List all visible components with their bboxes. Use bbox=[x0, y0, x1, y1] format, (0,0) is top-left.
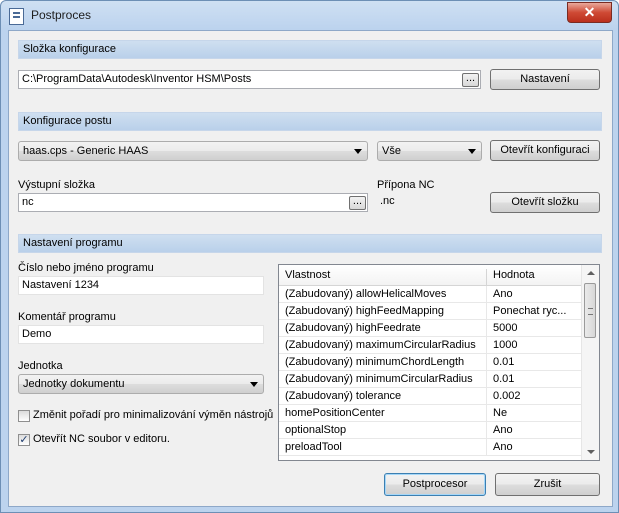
close-button[interactable]: ✕ bbox=[567, 2, 612, 23]
property-name: (Zabudovaný) allowHelicalMoves bbox=[285, 288, 447, 300]
property-row[interactable]: optionalStop Ano bbox=[279, 422, 582, 439]
program-name-input[interactable]: Nastavení 1234 bbox=[18, 276, 264, 295]
property-value[interactable]: Ano bbox=[493, 424, 513, 436]
section-post-config: Konfigurace postu bbox=[18, 112, 602, 131]
property-value[interactable]: Ponechat ryc... bbox=[493, 305, 566, 317]
cell-separator bbox=[486, 337, 487, 354]
property-name: optionalStop bbox=[285, 424, 347, 436]
postprocess-dialog: Postproces ✕ Složka konfigurace C:\Progr… bbox=[0, 0, 619, 513]
post-select[interactable]: haas.cps - Generic HAAS bbox=[18, 141, 368, 161]
column-header-value[interactable]: Hodnota bbox=[493, 269, 535, 281]
property-value[interactable]: 0.01 bbox=[493, 373, 514, 385]
cancel-button[interactable]: Zrušit bbox=[495, 473, 600, 496]
property-row[interactable]: (Zabudovaný) highFeedrate 5000 bbox=[279, 320, 582, 337]
nc-extension-value: .nc bbox=[377, 193, 482, 212]
properties-grid: Vlastnost Hodnota (Zabudovaný) allowHeli… bbox=[278, 264, 600, 461]
property-value[interactable]: Ne bbox=[493, 407, 507, 419]
open-folder-button[interactable]: Otevřít složku bbox=[490, 192, 600, 213]
config-folder-path-input[interactable]: C:\ProgramData\Autodesk\Inventor HSM\Pos… bbox=[18, 70, 481, 89]
cell-separator bbox=[486, 286, 487, 303]
chevron-down-icon bbox=[354, 149, 362, 154]
browse-config-folder-button[interactable]: ... bbox=[462, 73, 479, 87]
unit-select[interactable]: Jednotky dokumentu bbox=[18, 374, 264, 394]
property-name: (Zabudovaný) maximumCircularRadius bbox=[285, 339, 476, 351]
property-name: (Zabudovaný) minimumCircularRadius bbox=[285, 373, 473, 385]
property-row[interactable]: (Zabudovaný) minimumCircularRadius 0.01 bbox=[279, 371, 582, 388]
filter-select-value: Vše bbox=[382, 145, 401, 157]
property-row[interactable]: homePositionCenter Ne bbox=[279, 405, 582, 422]
browse-output-folder-button[interactable]: ... bbox=[349, 196, 366, 210]
cell-separator bbox=[486, 320, 487, 337]
property-value[interactable]: 0.002 bbox=[493, 390, 521, 402]
scroll-thumb[interactable] bbox=[584, 283, 596, 338]
unit-label: Jednotka bbox=[18, 360, 63, 372]
program-name-label: Číslo nebo jméno programu bbox=[18, 262, 154, 274]
comment-label: Komentář programu bbox=[18, 311, 116, 323]
cell-separator bbox=[486, 388, 487, 405]
chevron-down-icon bbox=[250, 382, 258, 387]
property-row[interactable]: (Zabudovaný) allowHelicalMoves Ano bbox=[279, 286, 582, 303]
section-title: Nastavení programu bbox=[23, 237, 123, 249]
property-row[interactable]: (Zabudovaný) tolerance 0.002 bbox=[279, 388, 582, 405]
property-row[interactable]: (Zabudovaný) maximumCircularRadius 1000 bbox=[279, 337, 582, 354]
comment-input[interactable]: Demo bbox=[18, 325, 264, 344]
cell-separator bbox=[486, 422, 487, 439]
property-value[interactable]: 0.01 bbox=[493, 356, 514, 368]
property-name: (Zabudovaný) tolerance bbox=[285, 390, 402, 402]
open-nc-checkbox[interactable]: ✓ bbox=[18, 434, 30, 446]
scroll-up-icon[interactable] bbox=[587, 271, 595, 275]
settings-button[interactable]: Nastavení bbox=[490, 69, 600, 90]
section-title: Konfigurace postu bbox=[23, 115, 112, 127]
output-folder-label: Výstupní složka bbox=[18, 179, 96, 191]
property-name: homePositionCenter bbox=[285, 407, 385, 419]
section-title: Složka konfigurace bbox=[23, 43, 116, 55]
open-nc-checkbox-label: Otevřít NC soubor v editoru. bbox=[33, 433, 170, 445]
filter-select[interactable]: Vše bbox=[377, 141, 482, 161]
nc-extension-label: Přípona NC bbox=[377, 179, 435, 191]
property-value[interactable]: Ano bbox=[493, 288, 513, 300]
unit-select-value: Jednotky dokumentu bbox=[23, 378, 125, 390]
cell-separator bbox=[486, 405, 487, 422]
grid-header: Vlastnost Hodnota bbox=[279, 265, 582, 289]
reorder-checkbox-label: Změnit pořadí pro minimalizování výměn n… bbox=[33, 409, 274, 421]
scroll-down-icon[interactable] bbox=[587, 450, 595, 454]
section-program-settings: Nastavení programu bbox=[18, 234, 602, 253]
property-value[interactable]: 5000 bbox=[493, 322, 517, 334]
property-row[interactable]: (Zabudovaný) highFeedMapping Ponechat ryc… bbox=[279, 303, 582, 320]
property-name: (Zabudovaný) highFeedrate bbox=[285, 322, 421, 334]
chevron-down-icon bbox=[468, 149, 476, 154]
title-bar: Postproces ✕ bbox=[1, 1, 618, 29]
document-icon bbox=[9, 8, 24, 25]
section-config-folder: Složka konfigurace bbox=[18, 40, 602, 59]
property-row[interactable]: (Zabudovaný) minimumChordLength 0.01 bbox=[279, 354, 582, 371]
cell-separator bbox=[486, 303, 487, 320]
postprocess-button[interactable]: Postprocesor bbox=[384, 473, 486, 496]
output-folder-input[interactable]: nc bbox=[18, 193, 368, 212]
vertical-scrollbar[interactable] bbox=[581, 265, 599, 460]
property-name: (Zabudovaný) minimumChordLength bbox=[285, 356, 465, 368]
property-value[interactable]: Ano bbox=[493, 441, 513, 453]
cell-separator bbox=[486, 371, 487, 388]
property-value[interactable]: 1000 bbox=[493, 339, 517, 351]
property-row[interactable]: preloadTool Ano bbox=[279, 439, 582, 456]
cell-separator bbox=[486, 439, 487, 456]
dialog-client: Složka konfigurace C:\ProgramData\Autode… bbox=[8, 30, 613, 507]
post-select-value: haas.cps - Generic HAAS bbox=[23, 145, 149, 157]
reorder-checkbox[interactable] bbox=[18, 410, 30, 422]
open-config-button[interactable]: Otevřít konfiguraci bbox=[490, 140, 600, 161]
property-name: (Zabudovaný) highFeedMapping bbox=[285, 305, 444, 317]
property-name: preloadTool bbox=[285, 441, 342, 453]
window-title: Postproces bbox=[31, 8, 92, 22]
column-header-property[interactable]: Vlastnost bbox=[285, 269, 330, 281]
cell-separator bbox=[486, 354, 487, 371]
